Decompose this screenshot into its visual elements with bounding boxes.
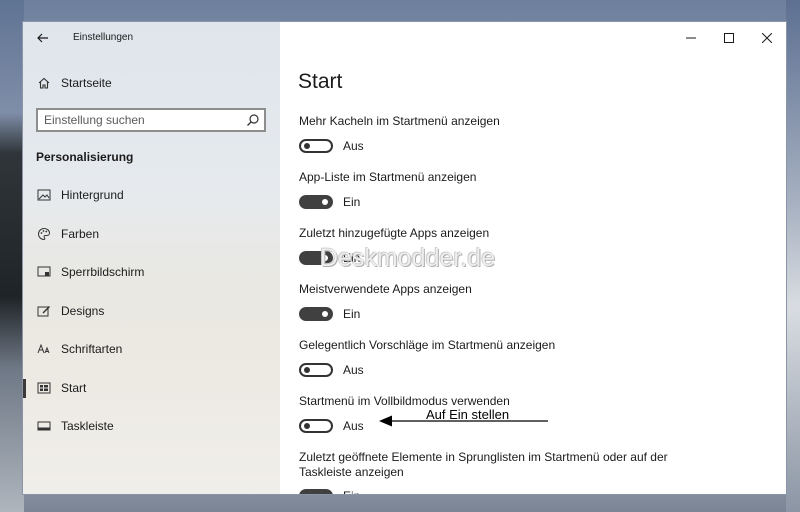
minimize-button[interactable] [672,22,710,54]
sidebar-item-sperrbildschirm[interactable]: Sperrbildschirm [23,253,280,292]
close-icon [762,33,772,43]
home-label: Startseite [61,76,112,90]
home-icon [35,75,53,91]
settings-window: Einstellungen Startseite Personalisierun… [23,22,786,494]
toggle-row: Aus [299,363,679,377]
setting-mehr-kacheln: Mehr Kacheln im Startmenü anzeigen Aus [299,114,679,153]
toggle-vorschlaege[interactable] [299,363,333,377]
toggle-state: Ein [343,195,361,209]
font-icon [35,341,53,357]
setting-meistverwendet: Meistverwendete Apps anzeigen Ein [299,282,679,321]
toggle-row: Ein [299,195,679,209]
search-box[interactable] [36,108,266,132]
setting-label: App-Liste im Startmenü anzeigen [299,170,477,184]
sidebar-item-home[interactable]: Startseite [35,74,112,92]
toggle-sprunglisten[interactable] [299,489,333,494]
maximize-button[interactable] [710,22,748,54]
search-input[interactable] [38,110,244,130]
minimize-icon [686,37,696,39]
toggle-meistverwendet[interactable] [299,307,333,321]
sidebar-item-taskleiste[interactable]: Taskleiste [23,407,280,446]
setting-label: Mehr Kacheln im Startmenü anzeigen [299,114,500,128]
brush-icon [35,303,53,319]
setting-vorschlaege: Gelegentlich Vorschläge im Startmenü anz… [299,338,679,377]
toggle-state: Aus [343,363,364,377]
window-controls [672,22,786,54]
setting-app-liste: App-Liste im Startmenü anzeigen Ein [299,170,679,209]
watermark: Deskmodder.de [320,244,496,272]
desktop-background-left [0,0,24,512]
sidebar-item-hintergrund[interactable]: Hintergrund [23,176,280,215]
sidebar-item-label: Taskleiste [61,419,114,434]
close-button[interactable] [748,22,786,54]
maximize-icon [724,33,734,43]
toggle-knob [304,143,310,149]
toggle-app-liste[interactable] [299,195,333,209]
sidebar: Einstellungen Startseite Personalisierun… [23,22,280,494]
search-icon[interactable] [246,113,260,127]
sidebar-item-label: Hintergrund [61,188,124,203]
toggle-knob [322,199,328,205]
toggle-state: Ein [343,489,360,494]
toggle-knob [304,367,310,373]
titlebar: Einstellungen [23,22,280,54]
setting-label: Zuletzt geöffnete Elemente in Sprunglist… [299,450,668,479]
toggle-state: Aus [343,139,364,153]
back-arrow-icon [37,33,48,43]
toggle-knob [304,423,310,429]
lock-screen-icon [35,264,53,280]
section-title: Personalisierung [36,150,134,164]
sidebar-item-designs[interactable]: Designs [23,292,280,331]
app-title: Einstellungen [73,32,134,43]
sidebar-item-schriftarten[interactable]: Schriftarten [23,330,280,369]
main-content: Start Mehr Kacheln im Startmenü anzeigen… [280,22,786,494]
setting-label: Zuletzt hinzugefügte Apps anzeigen [299,226,490,240]
sidebar-nav: Hintergrund Farben Sperrbildschirm Desig… [23,176,280,446]
setting-label: Gelegentlich Vorschläge im Startmenü anz… [299,338,556,352]
back-button[interactable] [33,30,53,46]
toggle-mehr-kacheln[interactable] [299,139,333,153]
toggle-row: Aus [299,139,679,153]
desktop-background-right [786,0,800,512]
toggle-row: Ein [299,307,679,321]
toggle-knob [322,311,328,317]
picture-icon [35,187,53,203]
annotation-arrow-icon [379,415,548,427]
toggle-state: Ein [343,307,361,321]
sidebar-item-farben[interactable]: Farben [23,215,280,254]
start-menu-icon [35,380,53,396]
palette-icon [35,226,53,242]
sidebar-item-label: Schriftarten [61,342,123,357]
sidebar-item-label: Farben [61,226,100,241]
taskbar-icon [35,418,53,434]
toggle-state: Aus [343,419,364,433]
sidebar-item-label: Sperrbildschirm [61,265,145,280]
setting-sprunglisten: Zuletzt geöffnete Elemente in Sprunglist… [299,450,669,480]
sidebar-item-label: Start [61,380,87,395]
toggle-vollbildmodus[interactable] [299,419,333,433]
page-title: Start [298,70,343,93]
setting-label: Meistverwendete Apps anzeigen [299,282,472,296]
sidebar-item-label: Designs [61,303,105,318]
sidebar-item-start[interactable]: Start [23,369,280,408]
